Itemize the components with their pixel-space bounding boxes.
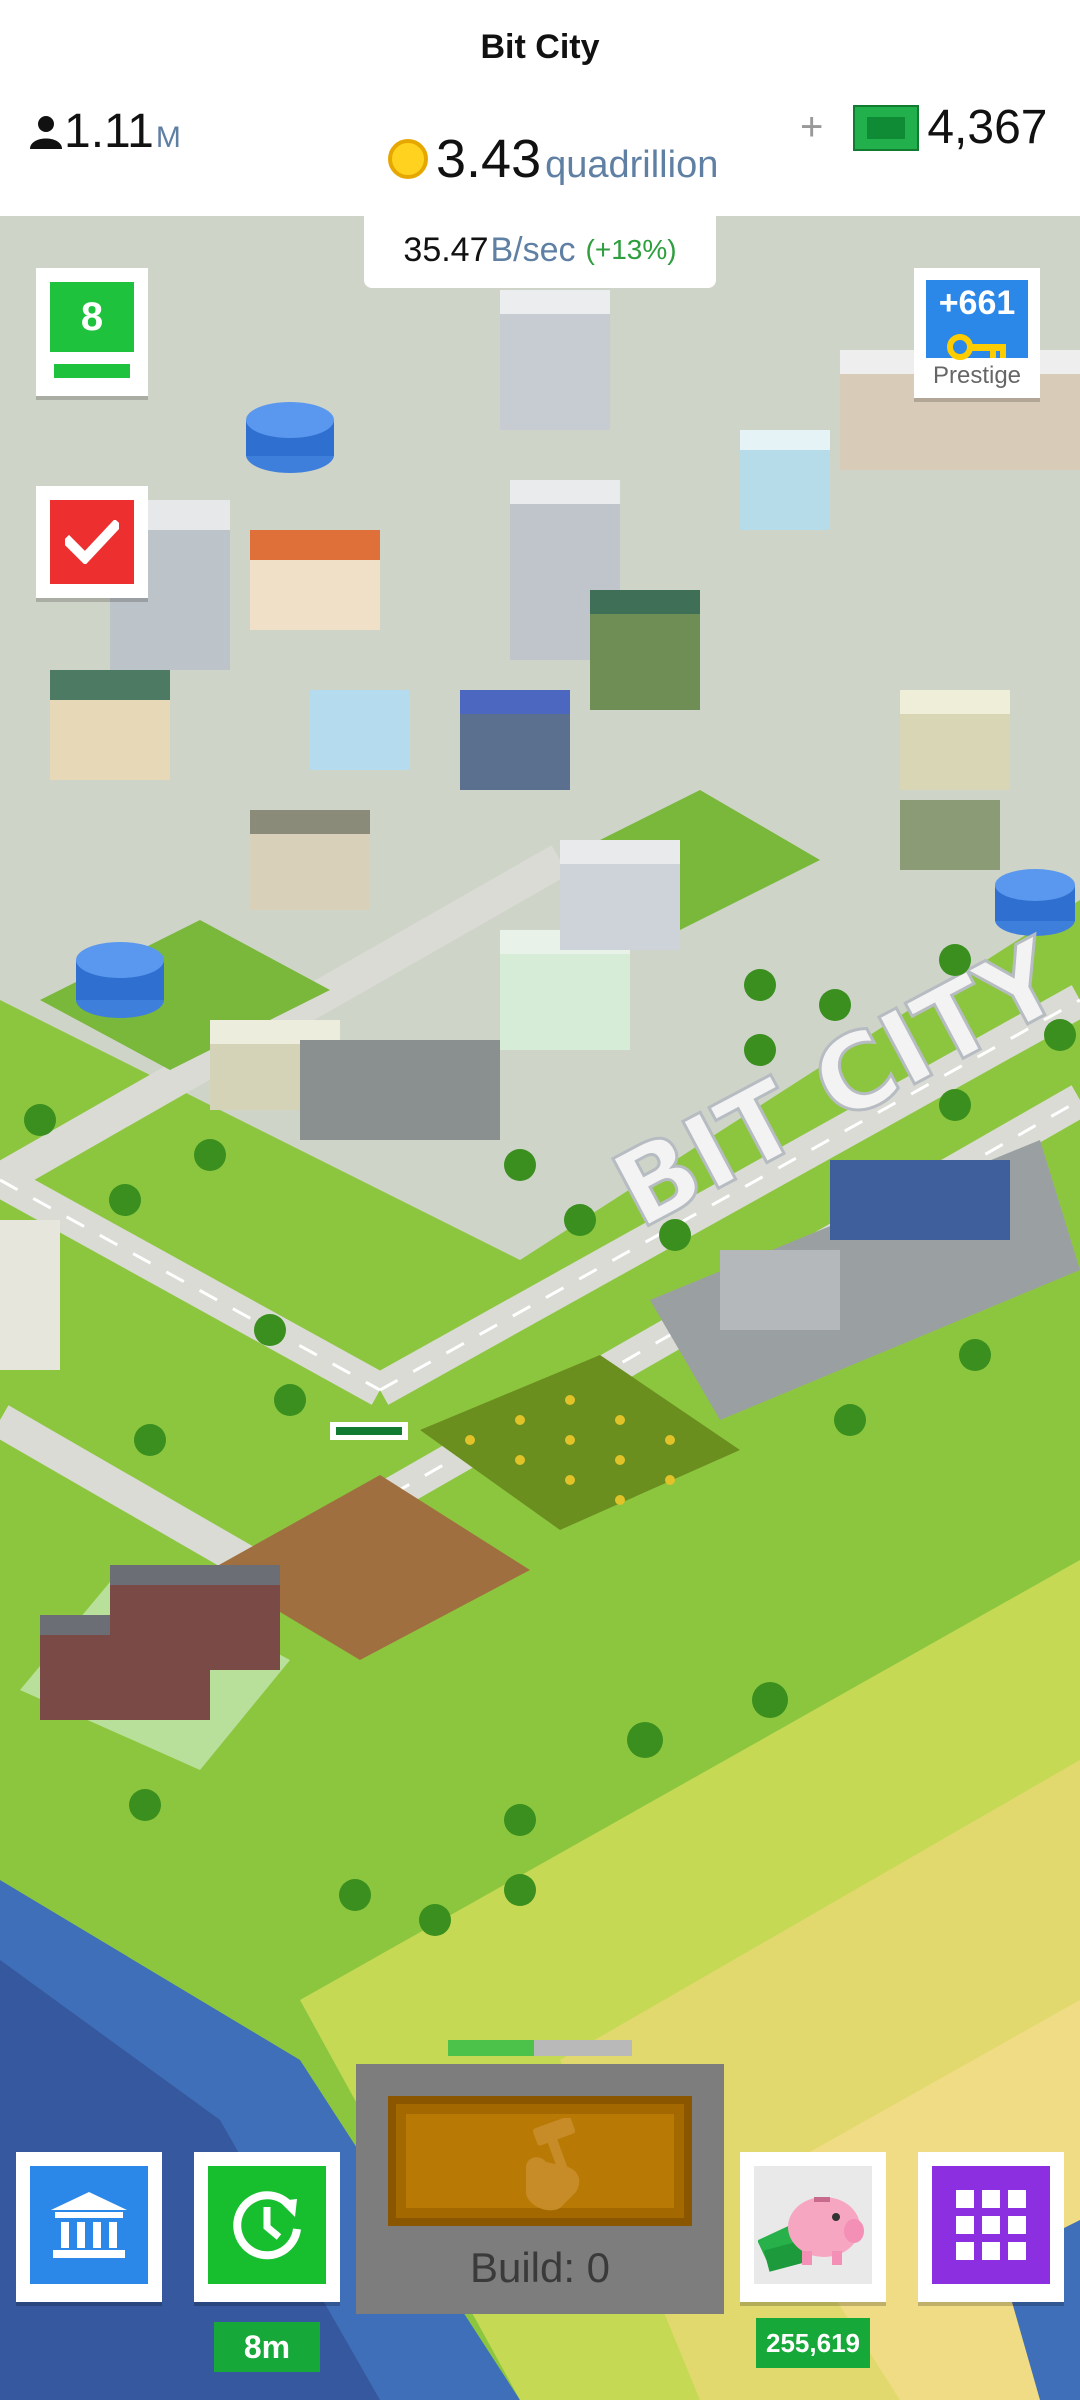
- level-progress-bar: [54, 364, 130, 378]
- build-button[interactable]: Build: 0: [356, 2064, 724, 2314]
- bank-button[interactable]: [16, 2152, 162, 2302]
- hammer-hand-icon: [526, 2118, 580, 2211]
- boost-button[interactable]: [194, 2152, 340, 2302]
- boost-timer: 8m: [214, 2322, 320, 2372]
- population-display: 1.11 M: [28, 104, 181, 159]
- level-value: 8: [50, 282, 134, 352]
- build-progress-bar: [448, 2040, 632, 2056]
- person-icon: [30, 115, 62, 149]
- prestige-button[interactable]: +661 Prestige: [914, 268, 1040, 398]
- prestige-label: Prestige: [932, 362, 1022, 389]
- income-unit: B/sec: [490, 230, 576, 269]
- income-bonus: (+13%): [585, 234, 677, 265]
- cash-icon: [853, 104, 920, 151]
- piggy-bank-button[interactable]: [740, 2152, 886, 2302]
- grid-icon: [956, 2190, 1026, 2260]
- add-cash-button[interactable]: +: [800, 105, 823, 150]
- coin-icon: [388, 139, 428, 179]
- top-hud: Bit City 1.11 M 3.43 quadrillion + 4,367: [0, 0, 1080, 216]
- build-label: Build: 0: [469, 2244, 611, 2291]
- piggy-bank-amount: 255,619: [756, 2318, 870, 2368]
- cash-display[interactable]: + 4,367: [800, 100, 1047, 155]
- tasks-button[interactable]: [36, 486, 148, 598]
- income-value: 35.47: [403, 230, 489, 269]
- prestige-value: +661: [938, 284, 1016, 322]
- checkmark-icon: [65, 520, 119, 564]
- piggy-bank-icon: [758, 2197, 864, 2272]
- key-icon: [947, 334, 1006, 360]
- menu-grid-button[interactable]: [918, 2152, 1064, 2302]
- coins-value: 3.43: [436, 129, 542, 189]
- population-unit: M: [155, 120, 181, 154]
- coins-unit: quadrillion: [545, 143, 719, 186]
- clock-refresh-icon: [233, 2191, 301, 2260]
- build-progress-fill: [448, 2040, 535, 2056]
- cash-value: 4,367: [927, 101, 1048, 154]
- income-rate-display: 35.47 B/sec (+13%): [364, 212, 716, 288]
- level-button[interactable]: 8: [36, 268, 148, 396]
- bank-icon: [51, 2192, 127, 2258]
- coins-display: 3.43 quadrillion: [388, 128, 718, 190]
- population-value: 1.11: [64, 105, 154, 158]
- app-title: Bit City: [480, 28, 600, 66]
